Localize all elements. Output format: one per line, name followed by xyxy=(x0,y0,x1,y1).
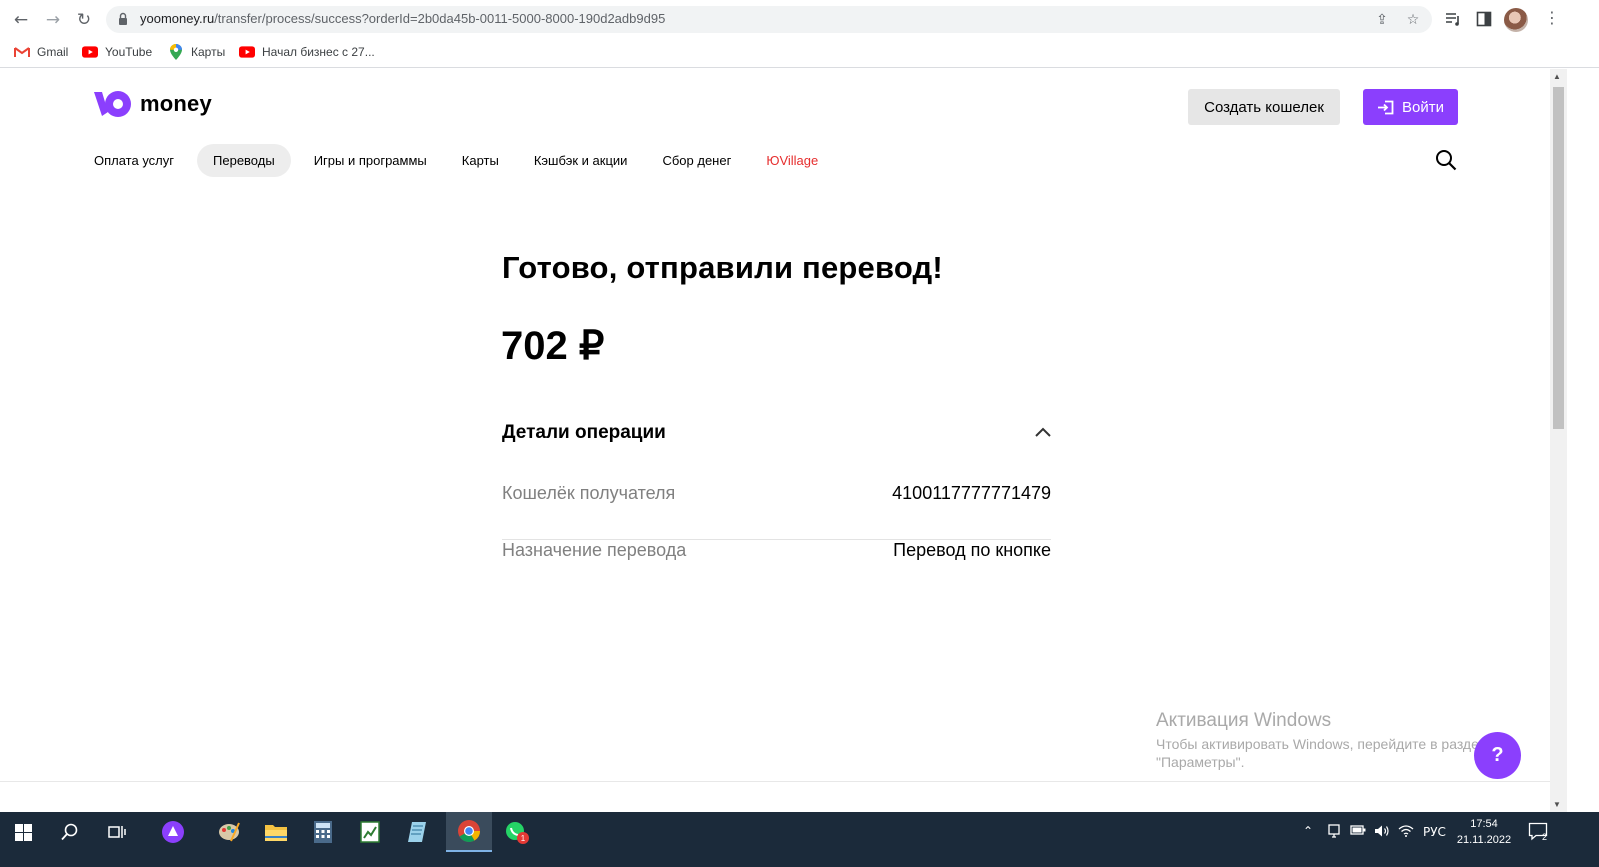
calculator-icon[interactable] xyxy=(300,812,346,852)
taskbar-search-icon[interactable] xyxy=(47,812,93,852)
nav-item-fundraising[interactable]: Сбор денег xyxy=(650,144,743,177)
page-scrollbar[interactable]: ▲ ▼ xyxy=(1550,69,1567,812)
nav-item-village[interactable]: ЮVillage xyxy=(754,144,830,177)
spreadsheet-app-icon[interactable] xyxy=(347,812,393,852)
logo-mark-icon xyxy=(94,91,131,117)
nav-item-cards[interactable]: Карты xyxy=(450,144,511,177)
detail-label: Назначение перевода xyxy=(502,540,687,560)
notepad-app-icon[interactable] xyxy=(394,812,440,852)
side-panel-icon[interactable] xyxy=(1473,8,1495,30)
chrome-app-icon[interactable] xyxy=(446,812,492,852)
battery-icon[interactable] xyxy=(1350,824,1366,839)
nav-item-games[interactable]: Игры и программы xyxy=(302,144,439,177)
tray-device-icon[interactable] xyxy=(1328,824,1340,841)
notification-count: 2 xyxy=(1542,832,1547,842)
maps-icon xyxy=(168,44,184,60)
nav-item-payments[interactable]: Оплата услуг xyxy=(82,144,186,177)
create-wallet-button[interactable]: Создать кошелек xyxy=(1188,89,1340,125)
scrollbar-thumb[interactable] xyxy=(1553,87,1564,429)
taskbar-clock[interactable]: 17:54 21.11.2022 xyxy=(1448,816,1520,848)
details-heading: Детали операции xyxy=(502,422,666,443)
chevron-up-icon[interactable] xyxy=(1033,424,1053,440)
footer-divider xyxy=(0,781,1550,782)
youtube-icon xyxy=(239,44,255,60)
paint-app-icon[interactable] xyxy=(206,812,252,852)
nav-item-cashback[interactable]: Кэшбэк и акции xyxy=(522,144,640,177)
bookmark-star-icon[interactable]: ☆ xyxy=(1402,9,1424,31)
detail-value: 4100117777771479 xyxy=(892,483,1051,503)
language-indicator[interactable]: РУС xyxy=(1423,825,1446,839)
main-nav: Оплата услуг Переводы Игры и программы К… xyxy=(82,144,841,177)
whatsapp-badge: 1 xyxy=(521,834,526,843)
bookmark-maps[interactable]: Карты xyxy=(168,44,225,60)
bookmark-gmail[interactable]: Gmail xyxy=(14,44,68,60)
forward-icon[interactable]: → xyxy=(41,8,65,32)
profile-avatar[interactable] xyxy=(1504,8,1528,32)
login-icon xyxy=(1378,100,1394,114)
page-content: money Создать кошелек Войти Оплата услуг… xyxy=(0,69,1550,812)
address-bar[interactable]: yoomoney.ru/transfer/process/success?ord… xyxy=(106,6,1432,33)
nav-item-transfers[interactable]: Переводы xyxy=(197,144,291,177)
url-text: yoomoney.ru/transfer/process/success?ord… xyxy=(140,11,666,26)
transfer-amount: 702 ₽ xyxy=(501,324,605,368)
search-icon[interactable] xyxy=(1435,149,1457,171)
notifications-icon[interactable]: 2 xyxy=(1528,822,1550,845)
page-title: Готово, отправили перевод! xyxy=(502,250,943,285)
tray-chevron-icon[interactable]: ⌃ xyxy=(1303,824,1313,838)
lock-icon xyxy=(119,12,127,25)
share-icon[interactable]: ⇪ xyxy=(1371,9,1393,31)
windows-start-icon[interactable] xyxy=(0,812,46,852)
reload-icon[interactable]: ↻ xyxy=(72,8,96,32)
back-icon[interactable]: ← xyxy=(9,8,33,32)
yoomoney-logo[interactable]: money xyxy=(94,90,212,118)
login-button[interactable]: Войти xyxy=(1363,89,1458,125)
volume-icon[interactable] xyxy=(1374,824,1390,841)
detail-label: Кошелёк получателя xyxy=(502,483,676,503)
browser-menu-icon[interactable]: ⋮ xyxy=(1544,8,1560,27)
details-row-purpose: Назначение перевода Перевод по кнопке xyxy=(502,540,1051,597)
detail-value: Перевод по кнопке xyxy=(893,540,1051,560)
browser-toolbar: ← → ↻ yoomoney.ru/transfer/process/succe… xyxy=(0,0,1599,38)
details-row-recipient: Кошелёк получателя 4100117777771479 xyxy=(502,483,1051,540)
gmail-icon xyxy=(14,44,30,60)
reading-list-icon[interactable] xyxy=(1442,8,1464,30)
alice-assistant-icon[interactable] xyxy=(150,812,196,852)
whatsapp-app-icon[interactable]: 1 xyxy=(494,812,540,852)
bookmarks-bar: Gmail YouTube Карты Начал бизнес с 27... xyxy=(0,38,1599,68)
help-button[interactable]: ? xyxy=(1474,732,1521,779)
file-explorer-icon[interactable] xyxy=(253,812,299,852)
bookmark-youtube[interactable]: YouTube xyxy=(82,44,152,60)
bookmark-video[interactable]: Начал бизнес с 27... xyxy=(239,44,375,60)
wifi-icon[interactable] xyxy=(1398,824,1414,840)
windows-taskbar: 1 ⌃ РУС 17:54 21.11.2022 2 xyxy=(0,812,1599,867)
task-view-icon[interactable] xyxy=(94,812,140,852)
windows-activation-watermark: Активация Windows Чтобы активировать Win… xyxy=(1156,710,1487,770)
youtube-icon xyxy=(82,44,98,60)
